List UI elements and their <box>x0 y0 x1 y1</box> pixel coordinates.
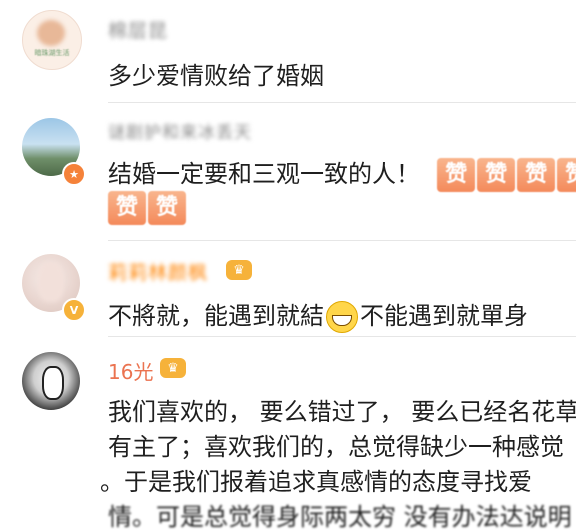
vip-badge-icon: V <box>62 298 86 322</box>
avatar-caption: 暗珠湖生活 <box>34 49 70 57</box>
grinning-face-icon <box>326 301 358 333</box>
comment-text: 多少爱情败给了婚姻 <box>108 62 324 90</box>
zan-icon: 赞 <box>517 158 556 192</box>
avatar[interactable] <box>22 352 80 410</box>
zan-icon: 赞 <box>437 158 476 192</box>
comment-line: 情。可是总觉得身际两太穷 没有办法达说明 <box>108 503 572 531</box>
avatar-figure <box>42 366 64 400</box>
zan-icon: 赞 <box>148 191 186 225</box>
divider <box>108 336 576 337</box>
comment-item: ★ 谜剧护和来冰丢天 结婚一定要和三观一致的人！ 赞赞赞赞 赞赞 <box>0 112 576 242</box>
divider <box>108 102 576 103</box>
comment-text-part2: 不能遇到就單身 <box>360 302 528 330</box>
avatar-figure <box>38 262 64 302</box>
vip-crown-icon: ♛ <box>226 260 252 280</box>
comment-text-content: 结婚一定要和三观一致的人！ <box>108 160 420 188</box>
avatar-bear-face <box>37 20 65 46</box>
comment-line: 。于是我们报着追求真感情的态度寻找爱 <box>100 468 532 496</box>
comment-text: 不將就，能遇到就結 不能遇到就單身 <box>108 296 528 333</box>
comment-text-line2: 赞赞 <box>108 191 188 225</box>
vip-crown-icon: ♛ <box>160 358 186 378</box>
divider <box>108 240 576 241</box>
user-name[interactable]: 棉层昆 <box>108 16 168 43</box>
user-name[interactable]: 16光 <box>108 356 153 385</box>
zan-icon: 赞 <box>557 158 576 192</box>
verified-badge-icon: ★ <box>62 162 86 186</box>
avatar[interactable]: 暗珠湖生活 <box>22 10 82 70</box>
comment-item: V 莉莉林颜枫 ♛ 不將就，能遇到就結 不能遇到就單身 <box>0 242 576 342</box>
user-name[interactable]: 莉莉林颜枫 <box>108 258 208 285</box>
comment-item: 16光 ♛ 我们喜欢的， 要么错过了， 要么已经名花草 有主了；喜欢我们的，总觉… <box>0 342 576 531</box>
comment-item: 暗珠湖生活 棉层昆 多少爱情败给了婚姻 <box>0 0 576 112</box>
comment-text-part1: 不將就，能遇到就結 <box>108 302 324 330</box>
zan-icon: 赞 <box>477 158 516 192</box>
zan-icon: 赞 <box>108 191 146 225</box>
comment-line: 有主了；喜欢我们的，总觉得缺少一种感觉 <box>108 433 564 461</box>
comment-text: 结婚一定要和三观一致的人！ 赞赞赞赞 <box>108 154 576 192</box>
user-name[interactable]: 谜剧护和来冰丢天 <box>108 118 252 143</box>
comment-line: 我们喜欢的， 要么错过了， 要么已经名花草 <box>108 398 576 426</box>
